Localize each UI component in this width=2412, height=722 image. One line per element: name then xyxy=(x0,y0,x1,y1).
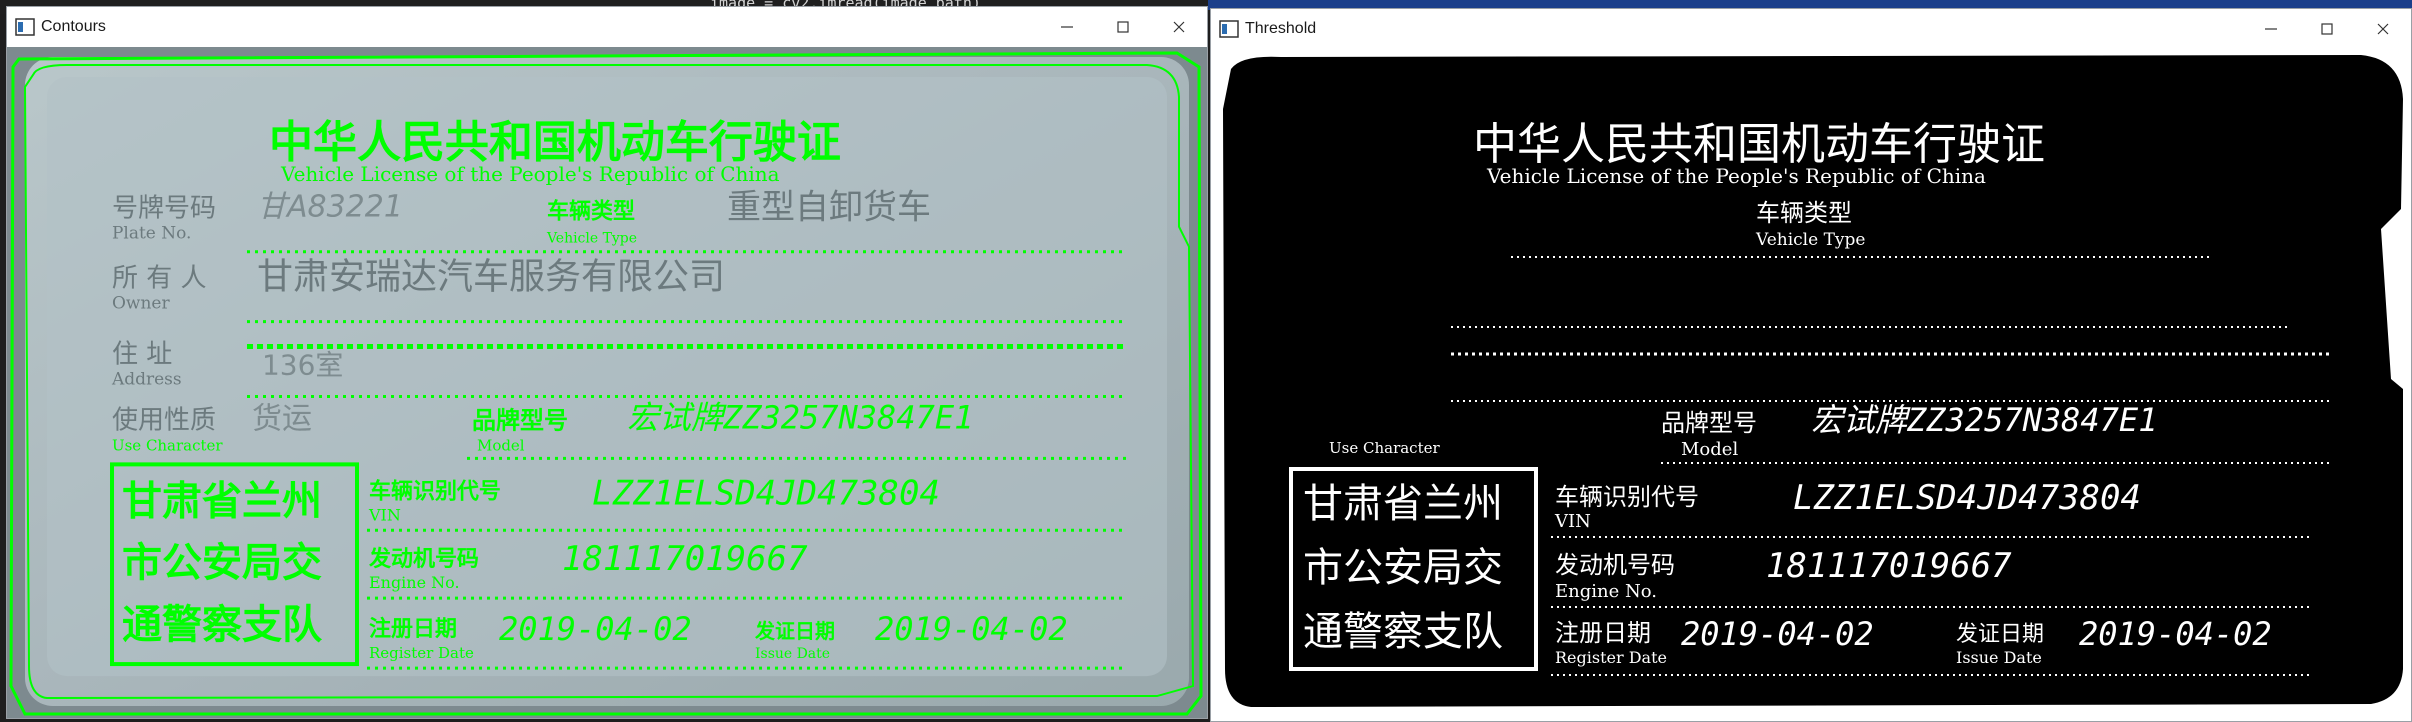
address-value: 136室 xyxy=(262,349,343,382)
type-label-cn: 车辆类型 xyxy=(1756,199,1852,227)
maximize-icon xyxy=(1117,21,1129,33)
address-label-en: Address xyxy=(111,370,182,390)
maximize-button[interactable] xyxy=(2299,9,2355,49)
card-title-en: Vehicle License of the People's Republic… xyxy=(280,162,780,186)
threshold-titlebar[interactable]: Threshold xyxy=(1211,9,2411,49)
seal-line-1: 甘肃省兰州 xyxy=(1303,481,1503,527)
maximize-icon xyxy=(2321,23,2333,35)
model-label-en: Model xyxy=(1681,439,1738,460)
vin-label-en: VIN xyxy=(1554,511,1591,532)
use-label-cn: 使用性质 xyxy=(112,405,216,435)
close-button[interactable] xyxy=(1151,7,1207,47)
owner-label-en: Owner xyxy=(112,294,170,314)
vin-value: LZZ1ELSD4JD473804 xyxy=(592,473,940,513)
engine-label-cn: 发动机号码 xyxy=(1555,551,1675,579)
vin-label-en: VIN xyxy=(368,505,401,524)
issue-value: 2019-04-02 xyxy=(2079,615,2272,653)
seal-line-3: 通警察支队 xyxy=(1303,609,1503,655)
issue-label-cn: 发证日期 xyxy=(754,619,835,643)
use-label-en: Use Character xyxy=(1329,439,1440,457)
model-label-en: Model xyxy=(477,436,525,454)
engine-value: 181117019667 xyxy=(1766,546,2012,586)
app-window-icon xyxy=(1219,20,1239,38)
close-icon xyxy=(1173,21,1185,33)
contours-image: 中华人民共和国机动车行驶证 Vehicle License of the Peo… xyxy=(7,47,1207,718)
threshold-window[interactable]: Threshold 中华人民共和国机动车行驶证 Vehicle License … xyxy=(1210,8,2412,722)
issue-label-en: Issue Date xyxy=(1956,648,2042,667)
register-label-en: Register Date xyxy=(1555,648,1667,667)
close-icon xyxy=(2377,23,2389,35)
use-label-en: Use Character xyxy=(112,436,223,454)
model-value: 宏试牌ZZ3257N3847E1 xyxy=(627,398,973,436)
register-label-en: Register Date xyxy=(369,644,474,662)
contours-titlebar[interactable]: Contours xyxy=(7,7,1207,47)
threshold-image-canvas: 中华人民共和国机动车行驶证 Vehicle License of the Peo… xyxy=(1211,49,2411,721)
type-label-en: Vehicle Type xyxy=(546,231,637,247)
close-button[interactable] xyxy=(2355,9,2411,49)
engine-value: 181117019667 xyxy=(562,539,808,579)
engine-label-cn: 发动机号码 xyxy=(368,546,479,572)
model-label-cn: 品牌型号 xyxy=(1661,409,1757,437)
window-title: Contours xyxy=(41,18,106,35)
issue-label-en: Issue Date xyxy=(755,646,830,662)
vin-value: LZZ1ELSD4JD473804 xyxy=(1793,478,2141,518)
window-title: Threshold xyxy=(1245,20,1317,37)
register-label-cn: 注册日期 xyxy=(1555,619,1651,647)
seal-line-2: 市公安局交 xyxy=(122,540,322,586)
issue-label-cn: 发证日期 xyxy=(1956,622,2044,647)
plate-label-en: Plate No. xyxy=(112,224,191,244)
contours-window[interactable]: Contours 中华人民共和国机动车行驶证 Vehicle License o… xyxy=(6,6,1208,719)
seal-line-1: 甘肃省兰州 xyxy=(122,478,322,524)
issue-value: 2019-04-02 xyxy=(875,610,1068,648)
plate-value: 甘A83221 xyxy=(257,190,403,225)
card-title-en: Vehicle License of the People's Republic… xyxy=(1486,164,1986,188)
type-value: 重型自卸货车 xyxy=(727,188,931,228)
card-title-cn: 中华人民共和国机动车行驶证 xyxy=(1473,119,2045,170)
threshold-image: 中华人民共和国机动车行驶证 Vehicle License of the Peo… xyxy=(1211,49,2411,721)
model-label-cn: 品牌型号 xyxy=(472,406,568,434)
seal-line-3: 通警察支队 xyxy=(122,602,323,648)
minimize-icon xyxy=(2265,28,2277,30)
register-value: 2019-04-02 xyxy=(499,610,692,648)
minimize-button[interactable] xyxy=(1039,7,1095,47)
contours-image-canvas: 中华人民共和国机动车行驶证 Vehicle License of the Peo… xyxy=(7,47,1207,718)
register-label-cn: 注册日期 xyxy=(369,616,457,642)
owner-label-cn: 所 有 人 xyxy=(112,264,207,294)
app-window-icon xyxy=(15,18,35,36)
engine-label-en: Engine No. xyxy=(369,573,460,592)
address-label-cn: 住 址 xyxy=(112,340,172,370)
seal-line-2: 市公安局交 xyxy=(1303,545,1503,591)
use-value: 货运 xyxy=(252,401,312,436)
owner-value: 甘肃安瑞达汽车服务有限公司 xyxy=(257,257,725,298)
engine-label-en: Engine No. xyxy=(1555,581,1657,602)
minimize-button[interactable] xyxy=(2243,9,2299,49)
plate-label-cn: 号牌号码 xyxy=(112,194,216,224)
maximize-button[interactable] xyxy=(1095,7,1151,47)
model-value: 宏试牌ZZ3257N3847E1 xyxy=(1811,401,2157,439)
card-title-cn: 中华人民共和国机动车行驶证 xyxy=(269,117,841,168)
vin-label-cn: 车辆识别代号 xyxy=(369,478,501,504)
type-label-cn: 车辆类型 xyxy=(547,199,635,225)
minimize-icon xyxy=(1061,26,1073,28)
register-value: 2019-04-02 xyxy=(1681,615,1874,653)
type-label-en: Vehicle Type xyxy=(1755,230,1865,250)
vin-label-cn: 车辆识别代号 xyxy=(1555,483,1699,511)
